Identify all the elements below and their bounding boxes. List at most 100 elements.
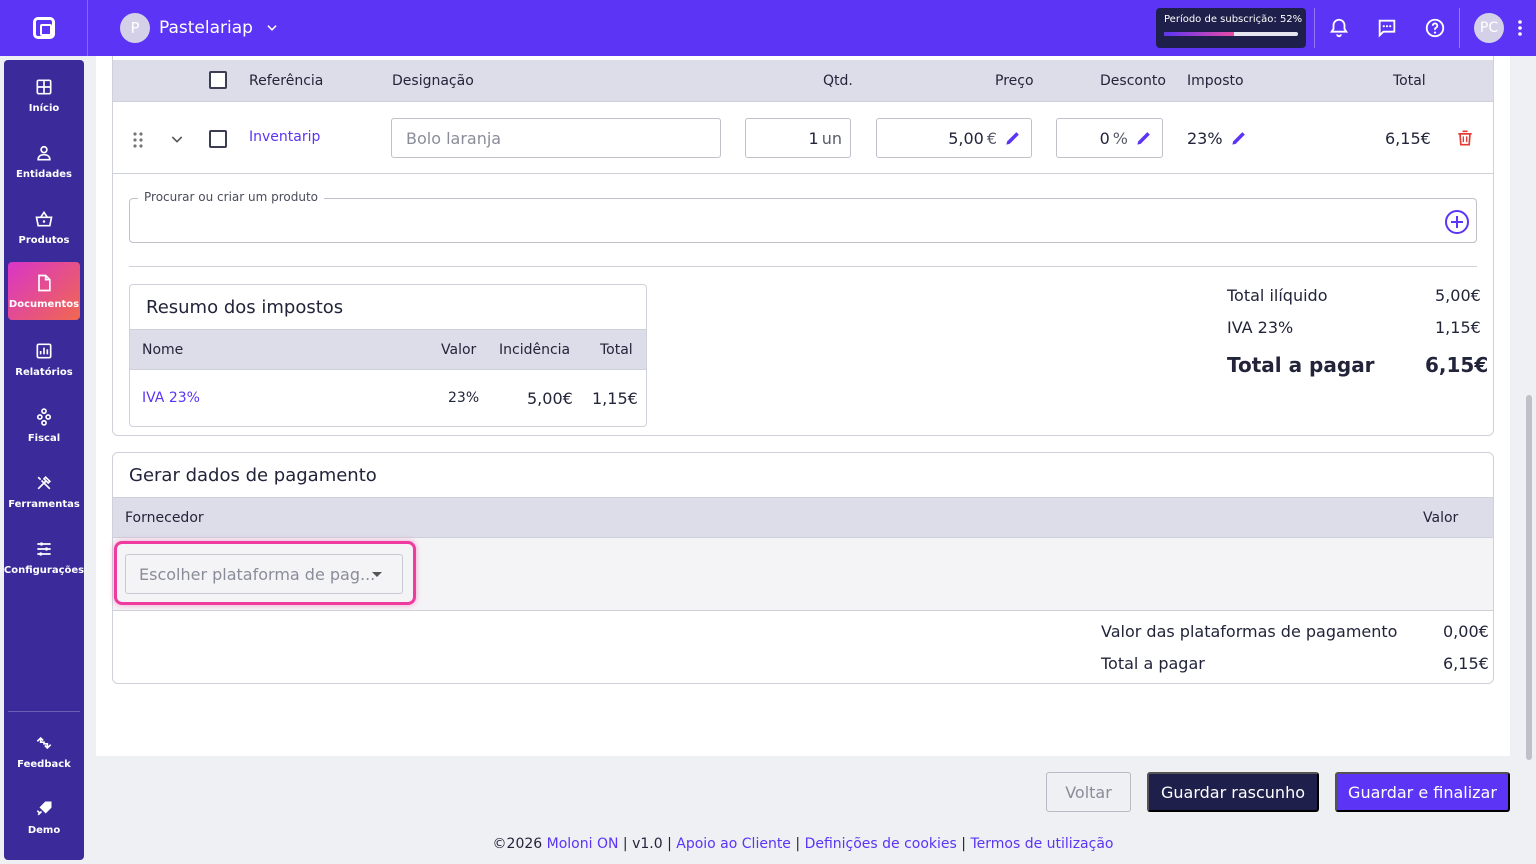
- tax-row-name-link[interactable]: IVA 23%: [142, 390, 200, 406]
- sidebar-item-documentos[interactable]: Documentos: [8, 262, 80, 320]
- person-icon: [37, 145, 51, 160]
- row-reference-link[interactable]: Inventarip: [249, 129, 320, 145]
- sidebar-item-relatorios[interactable]: Relatórios: [8, 330, 80, 388]
- trash-icon[interactable]: [1455, 128, 1475, 148]
- row-total-value: 6,15€: [1385, 129, 1431, 148]
- sidebar-item-label: Produtos: [18, 234, 70, 246]
- row-checkbox[interactable]: [209, 130, 227, 148]
- add-circle-icon[interactable]: [1444, 209, 1470, 235]
- payment-platform-select[interactable]: Escolher plataforma de pag...: [125, 554, 403, 594]
- header-total: Total: [1393, 73, 1426, 89]
- page-scrollbar[interactable]: [1526, 395, 1532, 760]
- payment-total-label: Total a pagar: [1101, 654, 1205, 673]
- tax-row-incidence: 5,00€: [527, 389, 573, 408]
- product-search-input[interactable]: Procurar ou criar um produto: [129, 190, 1477, 243]
- tax-row-value: 23%: [448, 390, 480, 406]
- total-to-pay-label: Total a pagar: [1227, 353, 1375, 377]
- qty-value: 1: [808, 128, 819, 148]
- app-logo[interactable]: [0, 0, 88, 56]
- notifications-button[interactable]: [1315, 0, 1363, 56]
- document-lines-card: Referência Designação Qtd. Preço Descont…: [112, 56, 1494, 436]
- header-discount: Desconto: [1100, 73, 1166, 89]
- chart-icon: [36, 343, 52, 358]
- sidebar-item-configuracoes[interactable]: Configurações: [4, 528, 84, 586]
- footer: ©2026 Moloni ON | v1.0 | Apoio ao Client…: [492, 836, 1114, 852]
- footer-cookies-link[interactable]: Definições de cookies: [805, 836, 957, 852]
- payment-table-header: Fornecedor Valor: [113, 497, 1493, 538]
- sidebar-item-entidades[interactable]: Entidades: [8, 132, 80, 190]
- sidebar-item-label: Início: [28, 102, 60, 114]
- footer-brand-link[interactable]: Moloni ON: [547, 836, 619, 852]
- header-designation: Designação: [392, 73, 474, 89]
- logo-icon: [32, 17, 55, 39]
- sliders-icon: [37, 541, 51, 556]
- kebab-icon: [1518, 20, 1522, 36]
- messages-button[interactable]: [1363, 0, 1411, 56]
- payment-table-row: Escolher plataforma de pag...: [113, 538, 1493, 611]
- sidebar-divider: [8, 711, 80, 712]
- row-tax-value: 23%: [1187, 129, 1223, 148]
- footer-copyright: ©2026: [492, 836, 543, 852]
- header-qty: Qtd.: [823, 73, 853, 89]
- feedback-icon: [36, 736, 52, 749]
- designation-input[interactable]: Bolo laranja: [391, 118, 721, 158]
- sidebar-item-label: Fiscal: [27, 432, 61, 444]
- help-button[interactable]: [1411, 0, 1459, 56]
- subscription-period[interactable]: Período de subscrição: 52%: [1156, 8, 1306, 48]
- payment-total-value: 6,15€: [1443, 654, 1489, 673]
- header-reference: Referência: [249, 73, 324, 89]
- user-avatar[interactable]: PC: [1474, 13, 1504, 43]
- tax-row-total: 1,15€: [592, 389, 638, 408]
- more-menu-button[interactable]: [1504, 0, 1536, 56]
- tools-icon: [37, 475, 52, 489]
- save-draft-button[interactable]: Guardar rascunho: [1147, 772, 1319, 812]
- help-icon: [1425, 18, 1445, 38]
- discount-input[interactable]: 0 %: [1056, 118, 1163, 158]
- save-and-finalize-button[interactable]: Guardar e finalizar: [1335, 772, 1510, 812]
- payment-data-card: Gerar dados de pagamento Fornecedor Valo…: [112, 452, 1494, 684]
- qty-input[interactable]: 1 un: [745, 118, 851, 158]
- total-to-pay-value: 6,15€: [1425, 353, 1489, 377]
- payment-platforms-label: Valor das plataformas de pagamento: [1101, 622, 1398, 641]
- pencil-icon[interactable]: [1134, 128, 1154, 148]
- select-all-checkbox[interactable]: [209, 71, 227, 89]
- header-tax: Imposto: [1187, 73, 1244, 89]
- sidebar-item-feedback[interactable]: Feedback: [8, 722, 80, 780]
- sidebar-item-produtos[interactable]: Produtos: [8, 198, 80, 256]
- back-button[interactable]: Voltar: [1046, 772, 1131, 812]
- drag-handle-icon[interactable]: [133, 132, 143, 148]
- subscription-progress-fill: [1164, 32, 1234, 36]
- hierarchy-icon: [36, 407, 52, 426]
- net-total-value: 5,00€: [1435, 286, 1481, 305]
- company-switcher[interactable]: P Pastelariap: [120, 13, 279, 43]
- vat-value: 1,15€: [1435, 318, 1481, 337]
- net-total-label: Total ilíquido: [1227, 286, 1328, 305]
- sidebar-item-label: Relatórios: [15, 366, 73, 378]
- sidebar-item-label: Configurações: [3, 564, 85, 576]
- caret-down-icon: [372, 572, 382, 577]
- header-price: Preço: [995, 73, 1034, 89]
- tax-summary-title: Resumo dos impostos: [146, 297, 344, 318]
- pencil-icon[interactable]: [1229, 128, 1249, 148]
- chat-icon: [1378, 19, 1396, 38]
- price-input[interactable]: 5,00 €: [876, 118, 1032, 158]
- sidebar-item-ferramentas[interactable]: Ferramentas: [8, 462, 80, 520]
- footer-support-link[interactable]: Apoio ao Cliente: [676, 836, 791, 852]
- header-value: Valor: [441, 342, 477, 358]
- footer-terms-link[interactable]: Termos de utilização: [970, 836, 1113, 852]
- sidebar-item-fiscal[interactable]: Fiscal: [8, 396, 80, 454]
- lines-table-header: Referência Designação Qtd. Preço Descont…: [113, 60, 1493, 102]
- sidebar-item-inicio[interactable]: Início: [8, 66, 80, 124]
- header-incidence: Incidência: [499, 342, 571, 358]
- pencil-icon[interactable]: [1003, 128, 1023, 148]
- sidebar: Início Entidades Produtos Documentos Rel…: [4, 60, 84, 860]
- basket-icon: [35, 210, 53, 226]
- grid-icon: [36, 79, 52, 94]
- footer-version: v1.0: [632, 836, 663, 852]
- document-panel: Referência Designação Qtd. Preço Descont…: [96, 56, 1510, 756]
- subscription-label: Período de subscrição: 52%: [1164, 14, 1303, 25]
- chevron-down-icon[interactable]: [169, 131, 185, 147]
- discount-value: 0: [1099, 128, 1110, 148]
- header-total: Total: [600, 342, 633, 358]
- product-search-label: Procurar ou criar um produto: [138, 190, 325, 204]
